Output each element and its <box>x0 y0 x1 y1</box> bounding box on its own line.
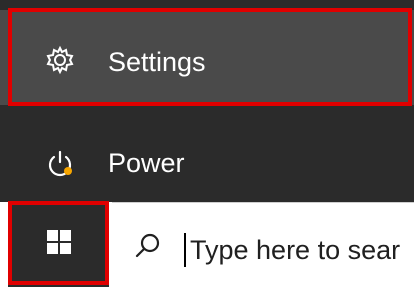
search-input[interactable]: Type here to sear <box>112 202 414 287</box>
power-menu-item[interactable]: Power <box>0 115 414 202</box>
taskbar: Type here to sear <box>0 202 414 287</box>
power-label: Power <box>108 148 185 178</box>
search-placeholder: Type here to sear <box>190 235 401 265</box>
settings-label: Settings <box>108 47 206 77</box>
screenshot-frame: Settings Power Type here to sear <box>0 0 414 287</box>
start-menu: Settings Power <box>0 0 414 202</box>
windows-logo-icon <box>46 230 71 259</box>
search-icon <box>132 231 162 261</box>
power-icon <box>44 147 76 179</box>
start-button[interactable] <box>8 202 109 287</box>
text-cursor <box>184 233 186 267</box>
settings-menu-item[interactable]: Settings <box>0 10 414 105</box>
gear-icon <box>44 44 76 76</box>
